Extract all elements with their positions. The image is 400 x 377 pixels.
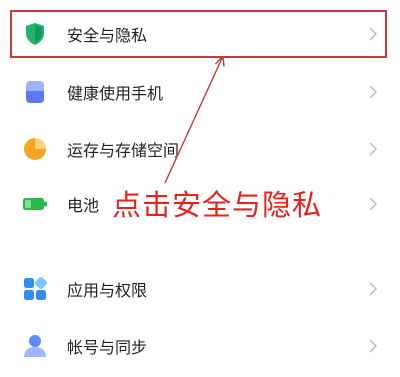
- chevron-right-icon: [368, 84, 378, 100]
- settings-item-label: 健康使用手机: [67, 84, 164, 103]
- hourglass-icon: [22, 79, 48, 105]
- settings-item-label: 电池: [67, 196, 100, 215]
- person-icon: [22, 333, 48, 359]
- settings-item-memory-storage[interactable]: 运存与存储空间: [0, 123, 400, 175]
- chevron-right-icon: [368, 26, 378, 42]
- settings-item-accounts-sync[interactable]: 帐号与同步: [0, 320, 400, 372]
- chevron-right-icon: [368, 338, 378, 354]
- settings-item-label: 应用与权限: [67, 281, 148, 300]
- chevron-right-icon: [368, 141, 378, 157]
- settings-item-label: 帐号与同步: [67, 338, 148, 357]
- annotation-text: 点击安全与隐私: [112, 188, 323, 222]
- chevron-right-icon: [368, 281, 378, 297]
- chevron-right-icon: [368, 196, 378, 212]
- settings-item-healthy-usage[interactable]: 健康使用手机: [0, 66, 400, 118]
- settings-item-apps-permissions[interactable]: 应用与权限: [0, 263, 400, 315]
- settings-item-label: 安全与隐私: [67, 26, 148, 45]
- settings-item-security-privacy[interactable]: 安全与隐私: [0, 8, 400, 60]
- battery-icon: [22, 191, 48, 217]
- settings-item-label: 运存与存储空间: [67, 141, 180, 160]
- pie-chart-icon: [22, 136, 48, 162]
- settings-screen: 安全与隐私 健康使用手机 运存与存储空间 电池 应用与权限 帐号与同步 点击安全…: [0, 0, 400, 377]
- shield-icon: [22, 21, 48, 47]
- apps-grid-icon: [22, 276, 48, 302]
